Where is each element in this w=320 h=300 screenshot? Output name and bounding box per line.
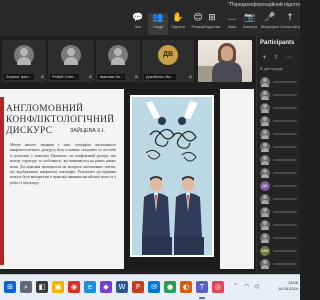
mail-icon[interactable]: ✉ [148,281,160,293]
participant-row[interactable] [260,76,300,88]
avatar [260,233,270,243]
participant-row[interactable] [260,115,300,127]
meeting-title: "Передконференційний підготовчий марафон… [228,2,300,8]
share-icon: ↑ [286,13,294,23]
participant-row[interactable]: ДВ [260,180,300,192]
participant-row[interactable] [260,258,300,270]
avatar [61,45,81,65]
camera-icon: 📷 [244,13,256,23]
conflict-illustration [130,95,214,257]
chat-icon: 💬 [132,13,144,23]
participant-row[interactable] [260,89,300,101]
avatar [14,45,34,65]
app-icon[interactable]: ● [164,281,176,293]
participant-tile[interactable]: Іванова Ан... ⊘ [96,40,140,82]
avatar [260,129,270,139]
participant-row[interactable] [260,167,300,179]
people-button[interactable]: 👥 Люди [148,13,168,35]
avatar [260,77,270,87]
shared-content-stage: АНГЛОМОВНИЙ КОНФЛІКТОЛОГІЧНИЙ ДИСКУРС ЗАЙЦ… [0,86,256,274]
task-view-icon[interactable]: ◧ [36,281,48,293]
clock[interactable]: 13:06 14.05.2024 [270,280,298,292]
participant-row[interactable] [260,219,300,231]
avatar [260,142,270,152]
participant-tile[interactable]: Зорина Ірин... ⊘ [2,40,46,82]
wifi-icon[interactable]: ◠ [244,283,249,290]
search-icon[interactable]: ⌕ [20,281,32,293]
more-icon: … [227,13,237,23]
avatar [260,220,270,230]
powerpoint-icon[interactable]: P [132,281,144,293]
edge-icon[interactable]: e [84,281,96,293]
avatar [260,259,270,269]
avatar: ДВ [260,181,270,191]
file-explorer-icon[interactable]: ▣ [52,281,64,293]
volume-icon[interactable]: ◁ [254,283,259,290]
avatar: ММ [260,246,270,256]
app-icon[interactable]: ◎ [212,281,224,293]
add-people-icon[interactable]: + [260,53,269,62]
participant-tile[interactable]: Рябий Олег... ⊘ [48,40,94,82]
avatar [108,45,128,65]
participant-row[interactable] [260,206,300,218]
avatar [260,116,270,126]
avatar [260,207,270,217]
participant-row[interactable] [260,232,300,244]
presenter-video[interactable] [198,40,252,82]
raise-hand-button[interactable]: ✋ Підняти [168,13,188,35]
people-icon: 👥 [152,13,164,23]
mic-off-icon: ⊘ [188,74,192,79]
grid-icon: ⊞ [208,13,216,23]
chevron-up-icon[interactable]: ˄ [234,283,237,290]
participant-row[interactable] [260,128,300,140]
panel-title: Participants [260,40,295,46]
teams-icon[interactable]: T [196,281,208,293]
avatar [260,194,270,204]
hand-icon: ✋ [172,13,184,23]
mic-button[interactable]: 🎤 Мікрофон [260,13,280,35]
participant-row[interactable] [260,141,300,153]
share-invite-icon[interactable]: ⇧ [272,53,281,62]
avatar [260,168,270,178]
windows-taskbar: ⊞ ⌕ ◧ ▣ ◉ e ◆ W P ✉ ● ◐ T ◎ ˄ ◠ ◁ 13:06 … [0,274,300,300]
mic-off-icon: ⊘ [40,74,44,79]
participants-panel: Participants + ⇧ ⋯ В цій нараді ДВ ММ [256,36,300,274]
meeting-toolbar: "Передконференційний підготовчий марафон… [0,0,300,36]
chrome-icon[interactable]: ◉ [68,281,80,293]
share-button[interactable]: ↑ Спільний доступ [280,13,300,35]
slide-body-text: Метою нашого завдання є опис специфіки а… [10,143,116,185]
participant-row[interactable]: ММ [260,245,300,257]
in-meeting-header: В цій нараді [260,66,283,71]
chat-button[interactable]: 💬 Чат [128,13,148,35]
more-button[interactable]: … Інше [222,13,242,35]
avatar [260,155,270,165]
avatar [260,103,270,113]
participant-row[interactable] [260,193,300,205]
word-icon[interactable]: W [116,281,128,293]
accent-bar [0,97,4,265]
mic-off-icon: ⊘ [88,74,92,79]
participant-tile[interactable]: ДВ Дзюбенко Ва... ⊘ [142,40,194,82]
avatar [260,90,270,100]
start-icon[interactable]: ⊞ [4,281,16,293]
presentation-slide: АНГЛОМОВНИЙ КОНФЛІКТОЛОГІЧНИЙ ДИСКУРС ЗАЙЦ… [0,89,254,269]
conflict-illustration-graphic [132,97,212,255]
more-options-icon[interactable]: ⋯ [284,53,293,62]
avatar: ДВ [158,45,178,65]
slide-author: ЗАЙЦЕВА К.І. [69,128,106,134]
view-button[interactable]: ⊞ Подання [202,13,222,35]
participant-row[interactable] [260,154,300,166]
active-app-indicator [199,297,205,299]
camera-button[interactable]: 📷 Камера [240,13,260,35]
app-icon[interactable]: ◆ [100,281,112,293]
participant-row[interactable] [260,102,300,114]
mic-off-icon: ⊘ [134,74,138,79]
mic-icon: 🎤 [264,13,276,23]
screen: "Передконференційний підготовчий марафон… [0,0,300,300]
app-icon[interactable]: ◐ [180,281,192,293]
